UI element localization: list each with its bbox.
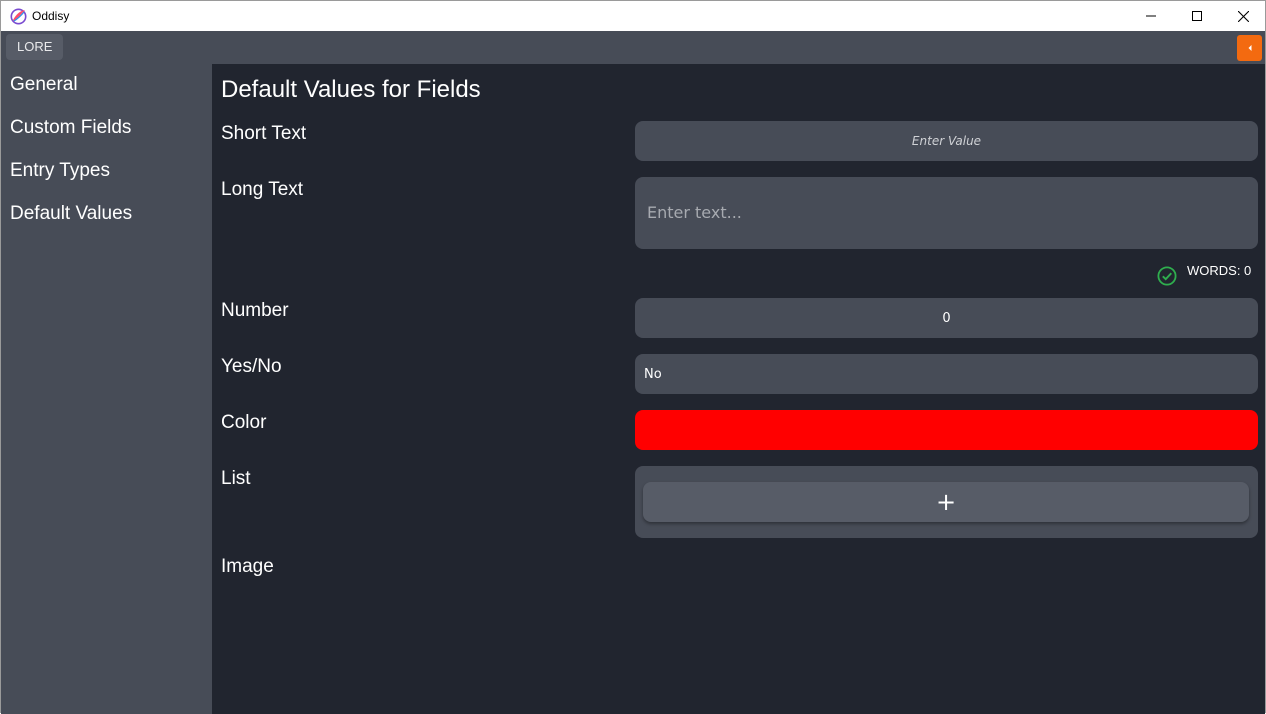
minimize-button[interactable] (1128, 1, 1174, 31)
word-count: WORDS: 0 (1157, 254, 1251, 286)
long-text-label: Long Text (221, 179, 304, 200)
color-label: Color (221, 412, 267, 433)
caret-left-icon (1248, 45, 1251, 51)
maximize-icon (1192, 11, 1202, 21)
sidebar-item-default-values[interactable]: Default Values (10, 202, 132, 226)
short-text-label: Short Text (221, 123, 307, 144)
lore-button[interactable]: LORE (6, 34, 64, 60)
top-toolbar: LORE (1, 31, 1265, 64)
title-bar: Oddisy (1, 1, 1265, 31)
yes-no-label: Yes/No (221, 356, 282, 377)
close-button[interactable] (1220, 1, 1266, 31)
app-window: Oddisy LORE General Custom Fields Entry … (0, 0, 1266, 714)
number-input[interactable]: 0 (635, 298, 1258, 338)
maximize-button[interactable] (1174, 1, 1220, 31)
word-count-label: WORDS: 0 (1187, 262, 1252, 278)
collapse-panel-button[interactable] (1237, 35, 1262, 61)
number-label: Number (221, 300, 289, 321)
sidebar-item-general[interactable]: General (10, 73, 78, 97)
long-text-area[interactable]: Enter text... (635, 177, 1258, 249)
image-label: Image (221, 556, 274, 577)
app-logo-icon (10, 8, 27, 25)
minimize-icon (1146, 15, 1156, 17)
yes-no-select[interactable]: No (635, 354, 1258, 394)
list-label: List (221, 468, 251, 489)
close-icon (1237, 10, 1249, 22)
add-list-item-button[interactable]: + (643, 482, 1249, 522)
color-picker[interactable] (635, 410, 1258, 450)
settings-sidebar: General Custom Fields Entry Types Defaul… (1, 64, 212, 714)
sidebar-item-entry-types[interactable]: Entry Types (10, 159, 110, 183)
short-text-input[interactable]: Enter Value (635, 121, 1258, 161)
check-circle-icon (1157, 266, 1177, 286)
list-container: + (635, 466, 1258, 538)
sidebar-item-custom-fields[interactable]: Custom Fields (10, 116, 131, 140)
main-content: Default Values for Fields Short Text Ent… (212, 64, 1265, 714)
page-title: Default Values for Fields (221, 76, 481, 103)
window-title: Oddisy (32, 9, 70, 23)
